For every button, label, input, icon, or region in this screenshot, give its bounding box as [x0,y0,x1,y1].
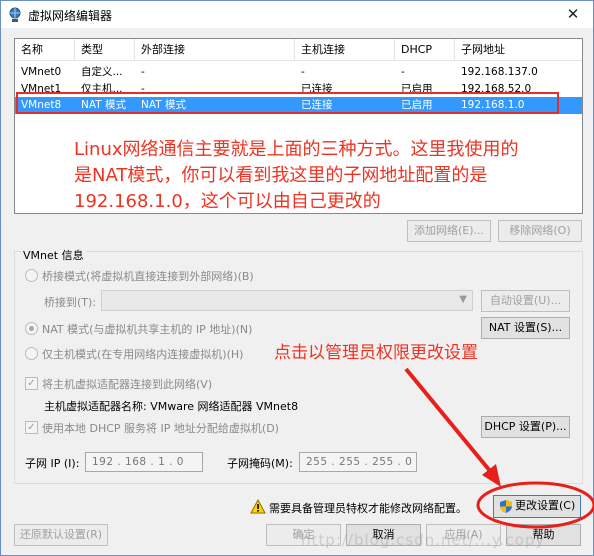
header-host[interactable]: 主机连接 [295,39,395,61]
subnet-mask-label: 子网掩码(M): [227,457,293,470]
change-settings-button[interactable]: 更改设置(C) [493,495,581,518]
header-subnet[interactable]: 子网地址 [455,39,582,61]
connect-adapter-checkbox[interactable]: ✓ [25,377,38,390]
nat-mode-radio[interactable] [25,322,38,335]
adapter-name-label: 主机虚拟适配器名称: VMware 网络适配器 VMnet8 [44,400,299,413]
cell-host: - [301,66,305,78]
header-name[interactable]: 名称 [15,39,75,61]
use-dhcp-label: 使用本地 DHCP 服务将 IP 地址分配给虚拟机(D) [42,422,279,435]
annotation-line-3: 192.168.1.0，这个可以由自己更改的 [74,191,381,212]
connect-adapter-label: 将主机虚拟适配器连接到此网络(V) [42,378,213,391]
subnet-ip-input[interactable]: 192 . 168 . 1 . 0 [85,452,203,472]
vmnet-info-group [14,251,583,484]
cell-type: 自定义... [81,66,123,78]
cell-external: - [141,66,145,78]
window-title: 虚拟网络编辑器 [28,9,113,23]
warning-icon [250,499,266,514]
vmnet-info-label: VMnet 信息 [21,247,86,263]
close-button[interactable]: ✕ [553,1,593,28]
cell-name: VMnet0 [21,66,62,78]
remove-network-button[interactable]: 移除网络(O) [498,220,582,242]
list-header: 名称 类型 外部连接 主机连接 DHCP 子网地址 [15,39,582,61]
dhcp-settings-button[interactable]: DHCP 设置(P)... [481,416,570,438]
watermark: http://blog.csdn.net/...y.copy [301,531,546,549]
bridged-mode-label: 桥接模式(将虚拟机直接连接到外部网络)(B) [42,270,254,283]
cell-dhcp: - [401,66,405,78]
subnet-ip-label: 子网 IP (I): [25,457,80,470]
host-only-radio[interactable] [25,347,38,360]
bridged-mode-radio[interactable] [25,269,38,282]
virtual-network-editor-window: 虚拟网络编辑器 ✕ 名称 类型 外部连接 主机连接 DHCP 子网地址 VMne… [0,0,594,556]
title-bar: 虚拟网络编辑器 ✕ [1,1,593,28]
header-type[interactable]: 类型 [75,39,135,61]
admin-warning-text: 需要具备管理员特权才能修改网络配置。 [269,502,467,515]
annotation-line-1: Linux网络通信主要就是上面的三种方式。这里我使用的 [74,139,519,160]
annotation-line-2: 是NAT模式，你可以看到我这里的子网地址配置的是 [74,165,488,186]
table-row[interactable]: VMnet0 自定义... - - - 192.168.137.0 [15,64,582,81]
uac-shield-icon [500,500,512,513]
subnet-mask-input[interactable]: 255 . 255 . 255 . 0 [299,452,417,472]
add-network-button[interactable]: 添加网络(E)... [407,220,491,242]
selection-highlight-box [16,92,559,114]
chevron-down-icon: ▼ [459,294,467,305]
header-dhcp[interactable]: DHCP [395,39,455,61]
annotation-admin-hint: 点击以管理员权限更改设置 [274,343,478,363]
bridged-to-label: 桥接到(T): [44,296,97,309]
network-globe-icon [9,7,21,22]
bridged-to-select[interactable]: ▼ [101,290,473,311]
cell-subnet: 192.168.137.0 [461,66,538,78]
header-external[interactable]: 外部连接 [135,39,295,61]
nat-mode-label: NAT 模式(与虚拟机共享主机的 IP 地址)(N) [42,323,253,336]
host-only-label: 仅主机模式(在专用网络内连接虚拟机)(H) [42,348,244,361]
auto-settings-button[interactable]: 自动设置(U)... [481,290,570,312]
restore-defaults-button[interactable]: 还原默认设置(R) [14,524,108,546]
change-settings-label: 更改设置(C) [515,499,576,512]
use-dhcp-checkbox[interactable]: ✓ [25,421,38,434]
nat-settings-button[interactable]: NAT 设置(S)... [481,317,570,339]
